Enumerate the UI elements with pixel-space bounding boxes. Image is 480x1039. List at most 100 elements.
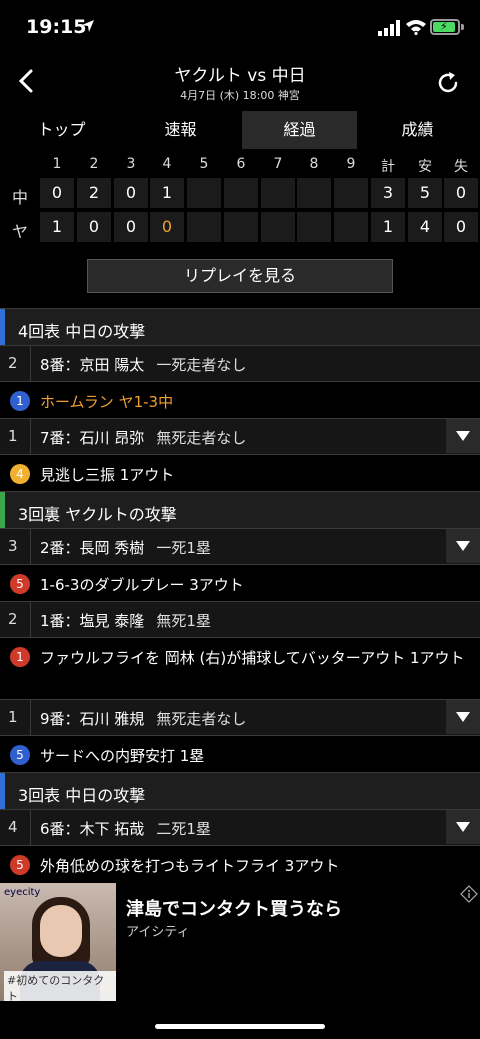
score-cell xyxy=(224,178,258,208)
team-label: 中 xyxy=(11,188,28,207)
triangle-down-icon xyxy=(456,541,470,551)
inning-header: 3回表 中日の攻撃 xyxy=(0,772,480,809)
pitch-number-badge: 4 xyxy=(10,464,30,484)
score-cell: 0 xyxy=(444,178,478,208)
pitch-number-badge: 5 xyxy=(10,574,30,594)
inning-title: 3回裏 ヤクルトの攻撃 xyxy=(18,505,177,524)
score-header-11: 失 xyxy=(454,159,468,175)
pitch-count: 2 xyxy=(8,354,18,372)
score-cell xyxy=(334,178,368,208)
score-header-4: 5 xyxy=(199,156,209,172)
score-header-10: 安 xyxy=(418,159,432,175)
expand-button[interactable] xyxy=(446,810,480,844)
score-header-9: 計 xyxy=(381,159,395,175)
status-time: 19:15 xyxy=(26,16,87,38)
triangle-down-icon xyxy=(456,712,470,722)
game-title: ヤクルト vs 中日 xyxy=(174,66,306,86)
tab-progress[interactable]: 経過 xyxy=(242,111,357,149)
score-cell: 0 xyxy=(444,212,478,242)
cellular-signal-icon xyxy=(378,20,400,36)
score-header-1: 2 xyxy=(89,156,99,172)
pitch-number-badge: 5 xyxy=(10,745,30,765)
score-cell: 1 xyxy=(40,212,74,242)
battery-icon: ⚡ xyxy=(430,19,460,35)
score-cell: 0 xyxy=(77,212,111,242)
base-situation: 無死走者なし xyxy=(156,429,247,447)
score-cell: 1 xyxy=(150,178,184,208)
score-cell xyxy=(261,212,295,242)
expand-button[interactable] xyxy=(446,419,480,453)
score-cell: 2 xyxy=(77,178,111,208)
batter-row[interactable]: 1 7番：石川 昂弥 無死走者なし xyxy=(0,418,480,454)
play-description: 見逃し三振 1アウト xyxy=(40,466,175,484)
score-header-0: 1 xyxy=(52,156,62,172)
nav-header: ヤクルト vs 中日 4月7日 (木) 18:00 神宮 xyxy=(0,56,480,110)
game-subtitle: 4月7日 (木) 18:00 神宮 xyxy=(180,89,300,102)
score-cell xyxy=(297,212,331,242)
play-description: サードへの内野安打 1塁 xyxy=(40,747,205,765)
ad-brand-logo: eyecity xyxy=(4,887,41,898)
replay-button[interactable]: リプレイを見る xyxy=(87,259,393,293)
score-header-3: 4 xyxy=(162,156,172,172)
pitch-count: 4 xyxy=(8,818,18,836)
batter-name: 8番：京田 陽太 xyxy=(40,356,145,374)
tab-stats[interactable]: 成績 xyxy=(360,111,475,149)
pitch-number-badge: 1 xyxy=(10,647,30,667)
batter-row[interactable]: 1 9番：石川 雅規 無死走者なし xyxy=(0,699,480,735)
pitch-count: 1 xyxy=(8,708,18,726)
wifi-icon xyxy=(406,20,426,35)
inning-color-bar xyxy=(0,492,5,528)
team-label: ヤ xyxy=(11,222,28,241)
tab-bar: トップ 速報 経過 成績 xyxy=(0,111,480,149)
pitch-number-badge: 1 xyxy=(10,391,30,411)
pitch-count: 3 xyxy=(8,537,18,555)
base-situation: 一死走者なし xyxy=(156,356,247,374)
score-cell: 5 xyxy=(408,178,442,208)
play-result-row: 1 ファウルフライを 岡林 (右)が捕球してバッターアウト 1アウト xyxy=(0,637,480,699)
batter-row: 2 1番：塩見 泰隆 無死1塁 xyxy=(0,601,480,637)
batter-name: 1番：塩見 泰隆 xyxy=(40,612,145,630)
reload-icon[interactable] xyxy=(434,69,462,97)
triangle-down-icon xyxy=(456,822,470,832)
score-cell xyxy=(297,178,331,208)
pitch-count: 1 xyxy=(8,427,18,445)
base-situation: 無死1塁 xyxy=(156,612,211,630)
status-bar: 19:15 ⚡ xyxy=(0,0,480,56)
base-situation: 一死1塁 xyxy=(156,539,211,557)
ad-info-icon[interactable] xyxy=(460,885,478,903)
play-result-row: 4 見逃し三振 1アウト xyxy=(0,454,480,491)
score-cell: 4 xyxy=(408,212,442,242)
play-result-row: 5 1-6-3のダブルプレー 3アウト xyxy=(0,564,480,601)
location-arrow-icon xyxy=(82,20,94,32)
play-description: ホームラン ヤ1-3中 xyxy=(40,393,174,411)
ad-image-caption: #初めてのコンタクト xyxy=(4,971,116,1001)
play-result-row: 1 ホームラン ヤ1-3中 xyxy=(0,381,480,418)
score-header-6: 7 xyxy=(273,156,283,172)
inning-color-bar xyxy=(0,773,5,809)
base-situation: 無死走者なし xyxy=(156,710,247,728)
inning-title: 3回表 中日の攻撃 xyxy=(18,786,146,805)
tab-top[interactable]: トップ xyxy=(4,111,119,149)
score-cell xyxy=(224,212,258,242)
ad-banner[interactable]: eyecity #初めてのコンタクト 津島でコンタクト買うなら アイシティ xyxy=(0,883,480,1003)
tab-live[interactable]: 速報 xyxy=(123,111,238,149)
inning-color-bar xyxy=(0,309,5,345)
play-description: 1-6-3のダブルプレー 3アウト xyxy=(40,576,244,594)
score-cell: 0 xyxy=(40,178,74,208)
score-header-2: 3 xyxy=(126,156,136,172)
base-situation: 二死1塁 xyxy=(156,820,211,838)
ad-title[interactable]: 津島でコンタクト買うなら xyxy=(126,895,342,921)
batter-name: 2番：長岡 秀樹 xyxy=(40,539,145,557)
ad-image[interactable]: eyecity #初めてのコンタクト xyxy=(0,883,116,1001)
batter-row[interactable]: 4 6番：木下 拓哉 二死1塁 xyxy=(0,809,480,845)
score-cell: 1 xyxy=(371,212,405,242)
inning-header: 3回裏 ヤクルトの攻撃 xyxy=(0,491,480,528)
triangle-down-icon xyxy=(456,431,470,441)
play-result-row: 5 外角低めの球を打つもライトフライ 3アウト xyxy=(0,845,480,882)
batter-row[interactable]: 3 2番：長岡 秀樹 一死1塁 xyxy=(0,528,480,564)
score-header-8: 9 xyxy=(346,156,356,172)
batter-name: 6番：木下 拓哉 xyxy=(40,820,145,838)
score-cell xyxy=(334,212,368,242)
expand-button[interactable] xyxy=(446,529,480,563)
expand-button[interactable] xyxy=(446,700,480,734)
